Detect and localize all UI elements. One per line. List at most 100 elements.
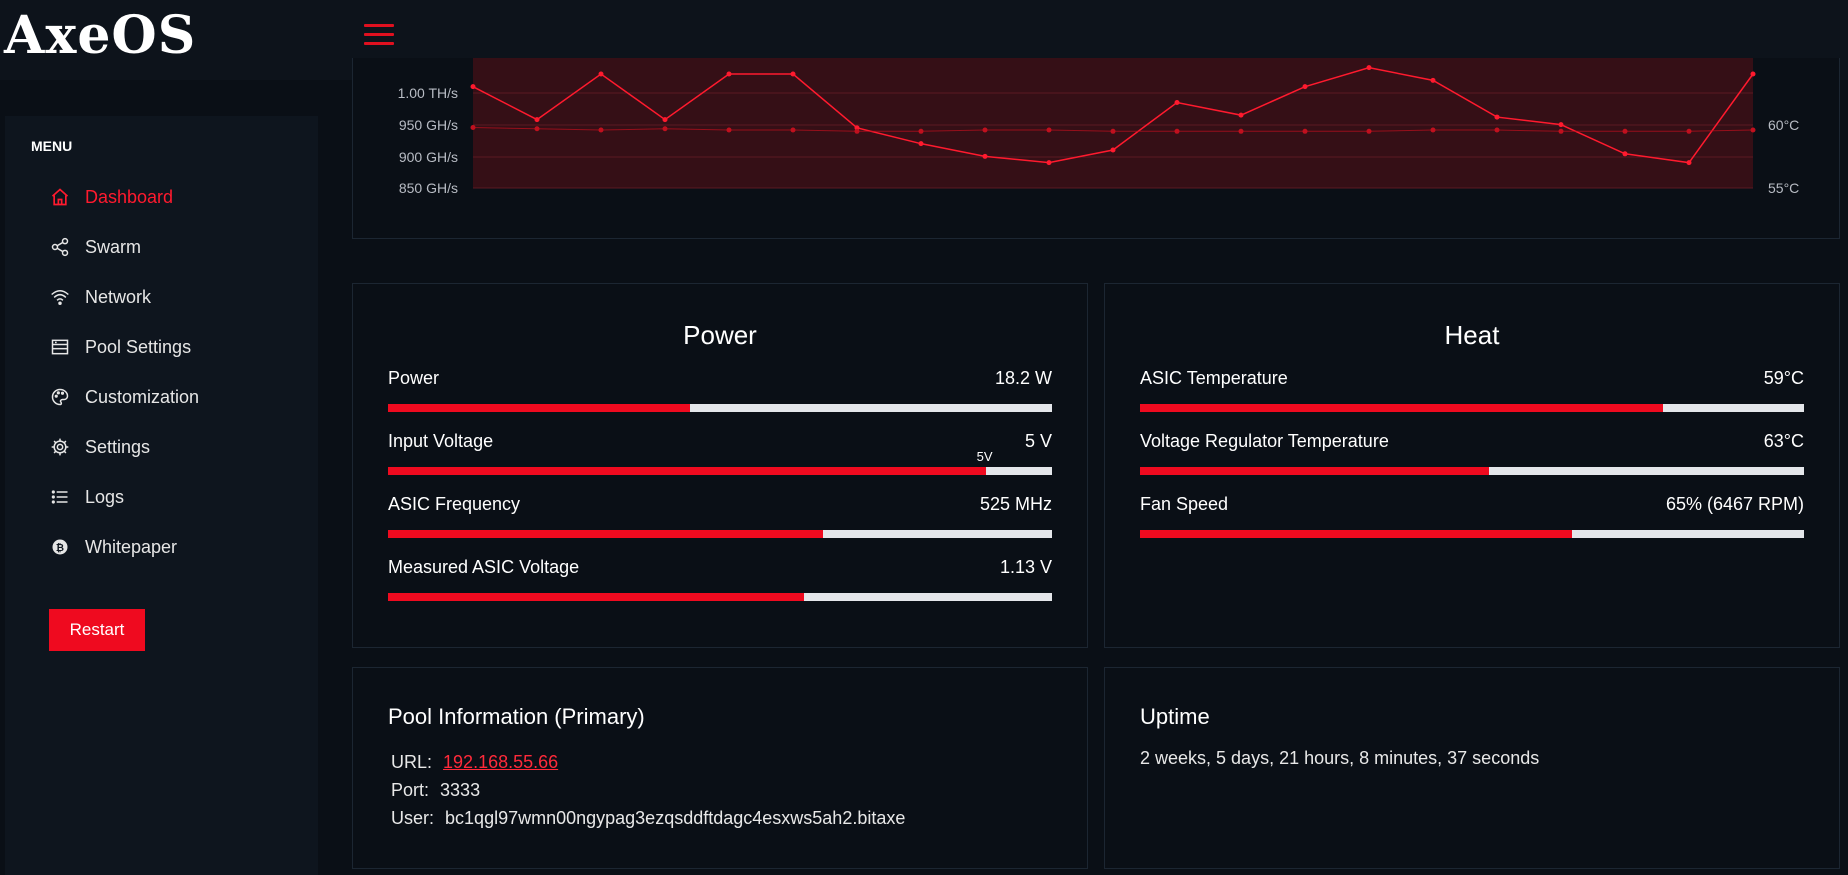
metric-label: ASIC Temperature bbox=[1140, 368, 1288, 388]
pool-url-row: URL: 192.168.55.66 bbox=[391, 752, 558, 773]
data-point bbox=[982, 153, 988, 159]
data-point bbox=[662, 117, 668, 123]
sidebar-item-logs[interactable]: Logs bbox=[49, 472, 199, 522]
heat-metric: Fan Speed 65% (6467 RPM) bbox=[1140, 494, 1804, 538]
metric-label: Fan Speed bbox=[1140, 494, 1229, 514]
data-point bbox=[726, 127, 732, 133]
progress-bar bbox=[388, 593, 1052, 601]
sidebar-item-label: Whitepaper bbox=[85, 536, 178, 557]
metric-value: 18.2 W bbox=[994, 368, 1052, 388]
data-point bbox=[662, 126, 668, 132]
progress-bar-fill bbox=[1140, 530, 1572, 538]
bitcoin-icon: ₿ bbox=[49, 536, 71, 558]
sidebar: MENU Dashboard Swarm Network Pool Settin… bbox=[5, 116, 318, 875]
heat-metric: ASIC Temperature 59°C bbox=[1140, 368, 1804, 412]
data-point bbox=[790, 71, 796, 77]
pool-user-row: User: bc1qgl97wmn00ngypag3ezqsddftdagc4e… bbox=[391, 808, 905, 829]
hashrate-chart-panel: 1.00 TH/s 950 GH/s 900 GH/s 850 GH/s 60°C 55°… bbox=[352, 58, 1840, 239]
pool-user-key: User: bbox=[391, 808, 435, 828]
data-point bbox=[918, 141, 924, 147]
metric-label: Measured ASIC Voltage bbox=[388, 557, 580, 577]
pool-info-title: Pool Information (Primary) bbox=[388, 704, 645, 729]
data-point bbox=[1686, 160, 1692, 166]
data-point bbox=[1622, 128, 1628, 134]
pool-user-value: bc1qgl97wmn00ngypag3ezqsddftdagc4esxws5a… bbox=[445, 808, 906, 828]
svg-text:₿: ₿ bbox=[56, 542, 64, 554]
sidebar-item-pool-settings[interactable]: Pool Settings bbox=[49, 322, 199, 372]
sidebar-item-network[interactable]: Network bbox=[49, 272, 199, 322]
data-point bbox=[1622, 151, 1628, 157]
sidebar-item-dashboard[interactable]: Dashboard bbox=[49, 172, 199, 222]
data-point bbox=[470, 84, 476, 90]
home-icon bbox=[49, 186, 71, 208]
data-point bbox=[598, 127, 604, 133]
data-point bbox=[1110, 147, 1116, 153]
sidebar-item-whitepaper[interactable]: ₿ Whitepaper bbox=[49, 522, 199, 572]
data-point bbox=[1238, 112, 1244, 118]
sidebar-item-label: Customization bbox=[85, 386, 200, 407]
data-point bbox=[1750, 127, 1756, 133]
sidebar-item-settings[interactable]: Settings bbox=[49, 422, 199, 472]
app-logo[interactable]: AxeOS bbox=[4, 6, 196, 66]
y-left-tick-label: 950 GH/s bbox=[399, 117, 458, 133]
data-point bbox=[1494, 114, 1500, 120]
heat-metric: Voltage Regulator Temperature 63°C bbox=[1140, 431, 1804, 475]
y-left-tick-label: 850 GH/s bbox=[399, 180, 458, 196]
sidebar-item-customization[interactable]: Customization bbox=[49, 372, 199, 422]
progress-bar-fill bbox=[1140, 467, 1489, 475]
pool-info-card: Pool Information (Primary) URL: 192.168.… bbox=[352, 667, 1088, 869]
menu-title: MENU bbox=[31, 138, 73, 154]
progress-bar-fill bbox=[1140, 404, 1663, 412]
y-right-tick-label: 60°C bbox=[1768, 117, 1799, 133]
data-point bbox=[470, 125, 476, 131]
data-point bbox=[918, 128, 924, 134]
data-point bbox=[1366, 128, 1372, 134]
power-card: Power Power 18.2 W Input Voltage 5 V 5V ASIC … bbox=[352, 283, 1088, 648]
y-left-tick-label: 900 GH/s bbox=[399, 149, 458, 165]
progress-bar bbox=[1140, 467, 1804, 475]
sidebar-item-swarm[interactable]: Swarm bbox=[49, 222, 199, 272]
sidebar-item-label: Network bbox=[85, 286, 152, 307]
hamburger-menu-icon[interactable] bbox=[364, 24, 394, 48]
metric-value: 59°C bbox=[1763, 368, 1804, 388]
power-metric: ASIC Frequency 525 MHz bbox=[388, 494, 1052, 538]
progress-bar-fill bbox=[388, 404, 691, 412]
palette-icon bbox=[49, 386, 71, 408]
data-point bbox=[534, 117, 540, 123]
data-point bbox=[1174, 128, 1180, 134]
data-point bbox=[1686, 128, 1692, 134]
pool-url-link[interactable]: 192.168.55.66 bbox=[443, 752, 558, 772]
data-point bbox=[534, 126, 540, 132]
pool-url-key: URL: bbox=[391, 752, 433, 772]
progress-bar bbox=[1140, 530, 1804, 538]
progress-bar bbox=[1140, 404, 1804, 412]
sidebar-item-label: Swarm bbox=[85, 236, 142, 257]
data-point bbox=[1558, 128, 1564, 134]
data-point bbox=[1558, 122, 1564, 128]
data-point bbox=[1430, 77, 1436, 83]
data-point bbox=[1366, 65, 1372, 71]
progress-bar-fill bbox=[388, 530, 823, 538]
data-point bbox=[1110, 128, 1116, 134]
restart-button[interactable]: Restart bbox=[49, 609, 145, 651]
data-point bbox=[598, 71, 604, 77]
list-icon bbox=[49, 486, 71, 508]
server-icon bbox=[49, 336, 71, 358]
metric-value: 65% (6467 RPM) bbox=[1665, 494, 1804, 514]
progress-bar-fill bbox=[388, 467, 986, 475]
data-point bbox=[1302, 84, 1308, 90]
metric-label: Input Voltage bbox=[388, 431, 494, 451]
metric-value: 1.13 V bbox=[999, 557, 1052, 577]
metric-value: 5 V bbox=[1024, 431, 1052, 451]
heat-card: Heat ASIC Temperature 59°C Voltage Regulat… bbox=[1104, 283, 1840, 648]
heat-title: Heat bbox=[1444, 320, 1500, 350]
uptime-value: 2 weeks, 5 days, 21 hours, 8 minutes, 37… bbox=[1140, 748, 1540, 768]
data-point bbox=[854, 128, 860, 134]
pool-port-row: Port: 3333 bbox=[391, 780, 480, 801]
data-point bbox=[1430, 127, 1436, 133]
progress-bar bbox=[388, 467, 1052, 475]
data-point bbox=[1046, 160, 1052, 166]
metric-label: Voltage Regulator Temperature bbox=[1140, 431, 1389, 451]
data-point bbox=[982, 127, 988, 133]
data-point bbox=[1494, 127, 1500, 133]
